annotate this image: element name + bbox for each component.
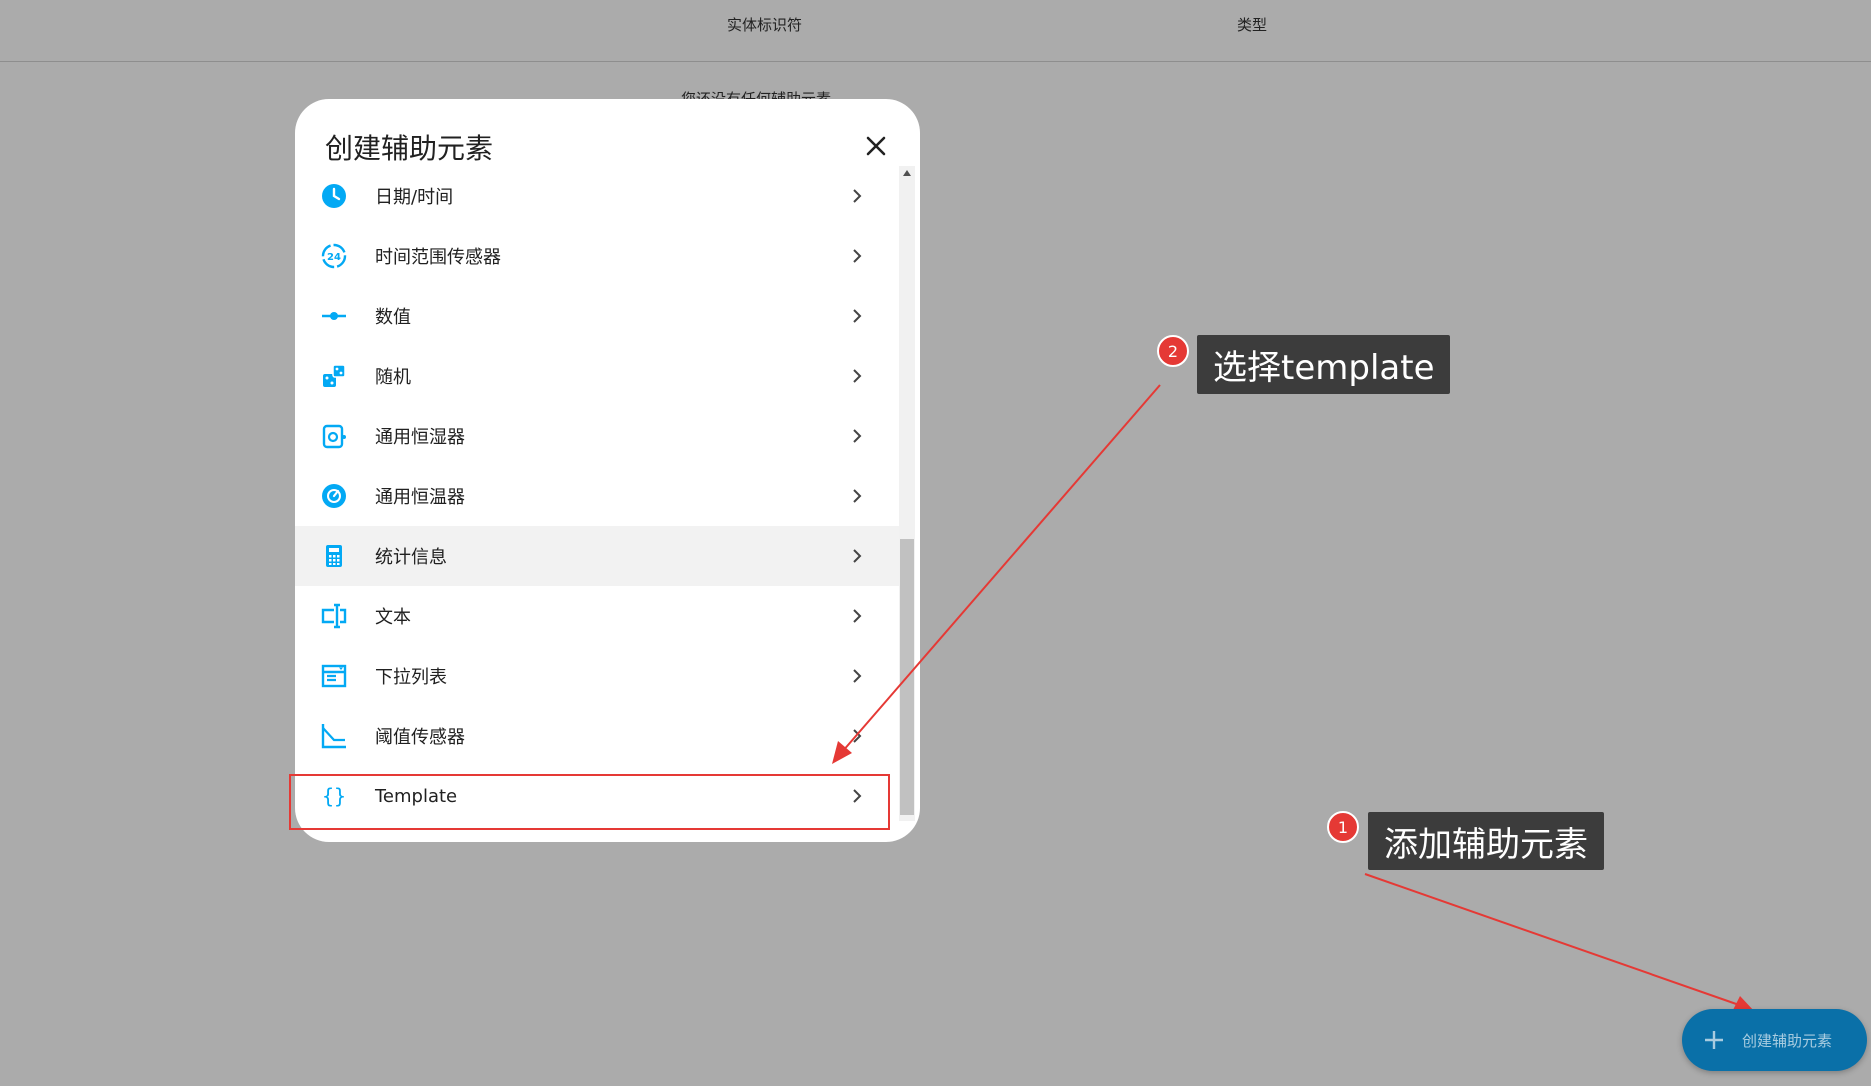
step-1-arrow xyxy=(1364,873,1743,1007)
step-2-arrow xyxy=(841,384,1161,753)
fab-label: 创建辅助元素 xyxy=(1742,1031,1833,1050)
create-helper-fab-button[interactable]: 创建辅助元素 xyxy=(1682,1009,1867,1071)
annotation-arrows xyxy=(832,384,1755,1012)
plus-icon xyxy=(1705,1031,1723,1049)
